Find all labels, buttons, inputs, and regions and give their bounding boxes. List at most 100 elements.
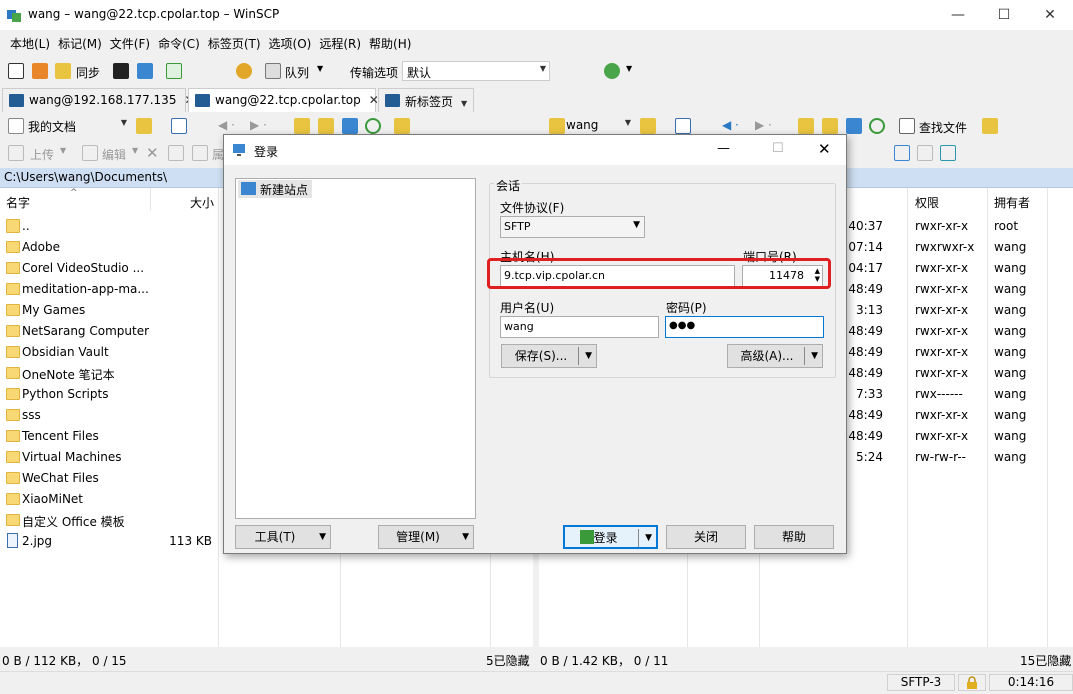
username-input[interactable]: wang xyxy=(500,316,659,338)
advanced-button[interactable]: 高级(A)... ▼ xyxy=(727,344,823,368)
edit-dropdown-icon[interactable]: ▼ xyxy=(132,146,138,155)
right-hidden-count[interactable]: 15已隐藏 xyxy=(1020,652,1071,669)
folder-icon xyxy=(6,514,20,526)
filter-icon[interactable] xyxy=(675,118,691,134)
menu-mark[interactable]: 标记(M) xyxy=(54,33,106,55)
sync-button[interactable]: 同步 xyxy=(76,64,100,81)
properties-icon[interactable] xyxy=(192,145,208,161)
manage-button[interactable]: 管理(M) ▼ xyxy=(378,525,474,549)
refresh-icon[interactable] xyxy=(166,63,182,79)
back-icon[interactable]: ◀ · xyxy=(722,118,739,132)
open-dir-icon[interactable] xyxy=(136,118,152,134)
forward-icon[interactable]: ▶ · xyxy=(250,118,267,132)
sync-browse-icon[interactable] xyxy=(32,63,48,79)
file-owner: wang xyxy=(994,429,1027,443)
maximize-button[interactable]: ☐ xyxy=(981,0,1027,30)
save-button[interactable]: 保存(S)... ▼ xyxy=(501,344,597,368)
sync-icon[interactable] xyxy=(55,63,71,79)
documents-icon xyxy=(8,118,24,134)
sort-asc-icon: ^ xyxy=(70,188,78,198)
tab-new[interactable]: 新标签页 ▼ xyxy=(378,88,474,112)
filter-down-icon[interactable] xyxy=(940,145,956,161)
close-window-button[interactable]: ✕ xyxy=(1027,0,1073,30)
file-permissions: rwxr-xr-x xyxy=(915,429,969,443)
dialog-close-button[interactable]: ✕ xyxy=(818,140,831,158)
column-permissions[interactable]: 权限 xyxy=(915,194,939,211)
home-icon[interactable] xyxy=(342,118,358,134)
elapsed-time: 0:14:16 xyxy=(989,674,1073,691)
putty-icon[interactable] xyxy=(137,63,153,79)
column-size[interactable]: 大小 xyxy=(190,194,214,211)
menu-options[interactable]: 选项(O) xyxy=(265,33,316,55)
column-owner[interactable]: 拥有者 xyxy=(994,194,1030,211)
root-dir-icon[interactable] xyxy=(822,118,838,134)
bookmarks-icon[interactable] xyxy=(394,118,410,134)
refresh-icon[interactable] xyxy=(869,118,885,134)
filter-icon[interactable] xyxy=(171,118,187,134)
minus-icon[interactable] xyxy=(917,145,933,161)
upload-button[interactable]: 上传 xyxy=(30,146,54,163)
preferences-gear-icon[interactable] xyxy=(236,63,252,79)
protocol-indicator: SFTP-3 xyxy=(887,674,955,691)
forward-icon[interactable]: ▶ · xyxy=(755,118,772,132)
file-permissions: rwxr-xr-x xyxy=(915,219,969,233)
tools-button[interactable]: 工具(T) ▼ xyxy=(235,525,331,549)
queue-button[interactable]: 队列 xyxy=(285,64,309,81)
bookmarks-icon[interactable] xyxy=(982,118,998,134)
file-permissions: rwxr-xr-x xyxy=(915,303,969,317)
new-tab-dropdown-icon[interactable]: ▼ xyxy=(461,99,467,108)
menu-file[interactable]: 文件(F) xyxy=(106,33,154,55)
parent-dir-icon[interactable] xyxy=(798,118,814,134)
root-dir-icon[interactable] xyxy=(318,118,334,134)
dialog-minimize-button[interactable]: — xyxy=(717,141,730,156)
help-button[interactable]: 帮助 xyxy=(754,525,834,549)
parent-dir-icon[interactable] xyxy=(294,118,310,134)
menu-remote[interactable]: 远程(R) xyxy=(315,33,365,55)
title-bar: wang – wang@22.tcp.cpolar.top – WinSCP —… xyxy=(0,0,1073,30)
upload-dropdown-icon[interactable]: ▼ xyxy=(60,146,66,155)
queue-icon[interactable] xyxy=(265,63,281,79)
protocol-select[interactable]: SFTP ▼ xyxy=(500,216,645,238)
column-name[interactable]: 名字 xyxy=(6,194,30,211)
menu-command[interactable]: 命令(C) xyxy=(154,33,204,55)
delete-icon[interactable]: ✕ xyxy=(146,144,159,162)
queue-dropdown-icon[interactable]: ▼ xyxy=(317,64,323,73)
menu-local[interactable]: 本地(L) xyxy=(6,33,54,55)
find-files-icon[interactable] xyxy=(899,118,915,134)
refresh-icon[interactable] xyxy=(365,118,381,134)
right-location-select[interactable]: wang ▼ xyxy=(562,116,634,136)
upload-icon[interactable] xyxy=(8,145,24,161)
login-button[interactable]: 登录 ▼ xyxy=(563,525,658,549)
terminal-icon[interactable] xyxy=(113,63,129,79)
edit-button[interactable]: 编辑 xyxy=(102,146,126,163)
back-icon[interactable]: ◀ · xyxy=(218,118,235,132)
tab-session-2[interactable]: wang@22.tcp.cpolar.top ✕ xyxy=(188,88,379,112)
tab-session-1[interactable]: wang@192.168.177.135✕ xyxy=(2,88,195,112)
session-color-icon[interactable] xyxy=(604,63,620,79)
right-status: 0 B / 1.42 KB， 0 / 11 15已隐藏 xyxy=(539,649,1073,671)
left-hidden-count[interactable]: 5已隐藏 xyxy=(486,652,530,669)
menu-help[interactable]: 帮助(H) xyxy=(365,33,415,55)
password-input[interactable]: ●●● xyxy=(665,316,824,338)
dialog-maximize-button[interactable]: ☐ xyxy=(772,141,784,156)
left-location-select[interactable]: 我的文档 ▼ xyxy=(24,116,130,136)
login-dialog: 登录 — ☐ ✕ 新建站点 会话 文件协议(F) SFTP ▼ 主机名(H) 端口… xyxy=(223,134,847,554)
new-icon[interactable] xyxy=(894,145,910,161)
session-color-dropdown-icon[interactable]: ▼ xyxy=(626,64,632,73)
minimize-button[interactable]: — xyxy=(935,0,981,30)
file-name: NetSarang Computer xyxy=(22,324,150,338)
open-dir-icon[interactable] xyxy=(640,118,656,134)
find-files-button[interactable]: 查找文件 xyxy=(919,119,967,136)
edit-icon[interactable] xyxy=(82,145,98,161)
menu-tabs[interactable]: 标签页(T) xyxy=(204,33,265,55)
compare-dirs-icon[interactable] xyxy=(8,63,24,79)
file-name: Virtual Machines xyxy=(22,450,122,464)
file-time: 07:14 xyxy=(848,240,883,254)
close-button[interactable]: 关闭 xyxy=(666,525,746,549)
transfer-preset-select[interactable]: 默认 ▼ xyxy=(402,61,550,81)
home-icon[interactable] xyxy=(846,118,862,134)
monitor-icon xyxy=(9,94,24,107)
rename-icon[interactable] xyxy=(168,145,184,161)
file-time: 5:24 xyxy=(856,450,883,464)
site-item-new[interactable]: 新建站点 xyxy=(238,180,313,198)
